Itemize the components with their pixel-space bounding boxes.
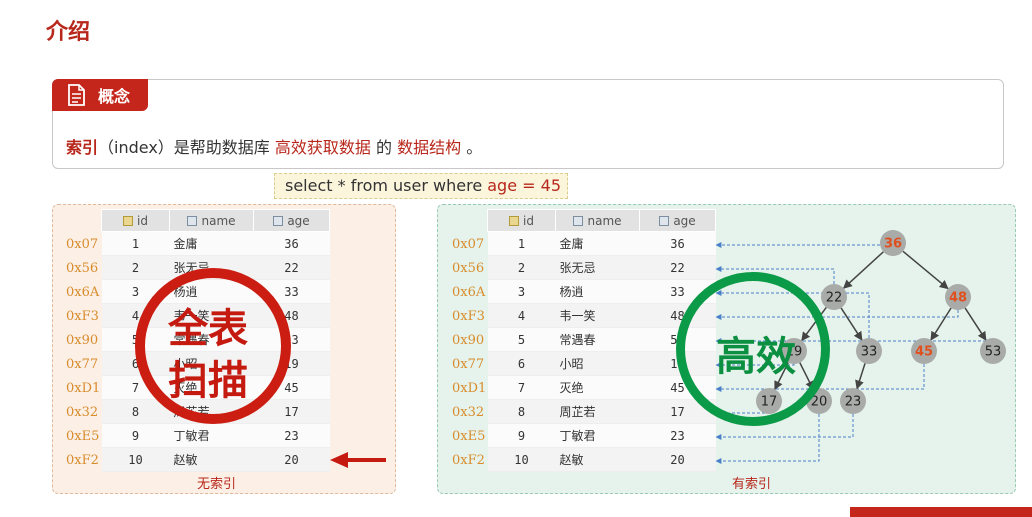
tree-node-label: 23 [845,395,862,410]
tree-node-23: 23 [840,388,866,414]
tree-edge-48-45 [930,307,952,341]
tree-node-22: 22 [821,284,847,310]
tree-edge-36-22 [842,251,884,289]
tree-node-label: 33 [861,345,878,360]
efficient-stamp-text: 高效 [716,333,796,380]
tree-node-48: 48 [945,284,971,310]
tree-edge-33-23 [855,363,866,390]
tree-node-label: 45 [915,345,933,360]
tree-node-45: 45 [911,338,937,364]
btree-diagram: 3622 4819 33 45 5317 20 23 [715,230,1006,464]
tree-node-36: 36 [880,230,906,256]
tree-node-53: 53 [980,338,1006,364]
tree-edge-22-33 [840,307,863,341]
tree-node-label: 36 [884,237,902,252]
tree-node-label: 48 [949,291,967,306]
corner-decoration [850,507,1032,517]
tree-node-33: 33 [856,338,882,364]
tree-edge-36-48 [902,250,949,290]
tree-node-label: 53 [985,345,1002,360]
tree-node-label: 22 [826,291,843,306]
tree-edge-48-53 [964,307,987,341]
